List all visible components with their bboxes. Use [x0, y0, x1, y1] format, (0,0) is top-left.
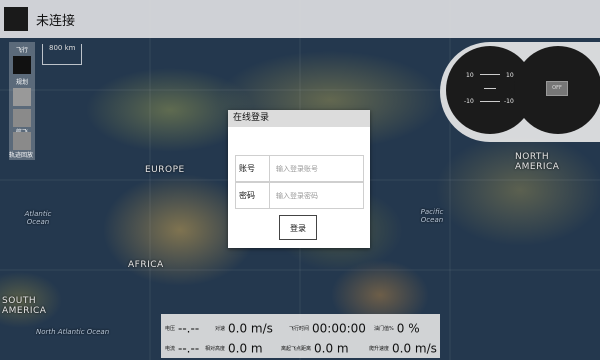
account-row: 账号 [235, 155, 364, 182]
airspeed-readout: 对速 0.0 m/s [215, 318, 273, 337]
current-readout: 电流 --.-- [165, 338, 199, 357]
voltage-readout: 电压 --.-- [165, 318, 199, 337]
continent-label-africa: AFRICA [128, 260, 164, 270]
gauge-tick: -10 [464, 98, 474, 105]
sidebar-item-flight[interactable]: 飞行 [12, 45, 32, 74]
map-scale-bar: 800 km [42, 44, 82, 65]
flight-time-label: 飞行时间 [289, 326, 310, 332]
ocean-label-pacific: Pacific Ocean [420, 208, 444, 224]
ocean-label-atlantic: Atlantic Ocean [24, 210, 52, 226]
top-bar: 未连接 [0, 0, 600, 38]
gauge-tick: 10 [506, 72, 514, 79]
airspeed-value: 0.0 m/s [228, 321, 273, 336]
throttle-label: 油门值% [374, 326, 394, 332]
login-button[interactable]: 登录 [279, 215, 317, 240]
voltage-label: 电压 [165, 326, 176, 332]
climb-rate-readout: 爬升速度 0.0 m/s [369, 338, 437, 357]
login-dialog-title: 在线登录 [228, 110, 370, 127]
airspeed-label: 对速 [215, 326, 226, 332]
throttle-value: 0 % [396, 321, 420, 336]
continent-label-south-america: SOUTH AMERICA [2, 296, 47, 316]
pitch-line [480, 101, 500, 102]
password-input[interactable] [274, 183, 364, 208]
altitude-readout: 相对高度 0.0 m [205, 338, 263, 357]
current-value: --.-- [178, 341, 200, 356]
gauge-tick: -10 [504, 98, 514, 105]
flight-mode-icon [13, 56, 31, 74]
home-distance-value: 0.0 m [314, 341, 349, 356]
compass-gauge: OFF [514, 46, 600, 134]
home-distance-readout: 离起飞点距离 0.0 m [281, 338, 349, 357]
flight-time-readout: 飞行时间 00:00:00 [289, 318, 366, 337]
survey-mode-icon [13, 109, 31, 127]
mode-sidebar: 飞行 规划 航飞 轨迹回放 [9, 42, 35, 160]
login-dialog: 在线登录 账号 密码 登录 [228, 110, 370, 248]
sidebar-item-plan[interactable]: 规划 [12, 77, 32, 106]
continent-label-europe: EUROPE [145, 165, 185, 175]
password-label: 密码 [236, 183, 270, 208]
sidebar-item-replay[interactable]: 轨迹回放 [9, 132, 34, 161]
connection-status: 未连接 [36, 14, 76, 29]
climb-rate-value: 0.0 m/s [392, 341, 437, 356]
voltage-value: --.-- [178, 321, 200, 336]
altitude-label: 相对高度 [205, 346, 226, 352]
account-input[interactable] [274, 156, 364, 181]
off-button[interactable]: OFF [546, 81, 568, 96]
pitch-line [484, 88, 496, 89]
flight-time-value: 00:00:00 [312, 321, 366, 336]
sidebar-item-label: 飞行 [15, 47, 28, 54]
sidebar-item-label: 轨迹回放 [9, 152, 34, 159]
map-scale-label: 800 km [49, 44, 76, 52]
sidebar-item-label: 规划 [15, 79, 28, 86]
current-label: 电流 [165, 346, 176, 352]
climb-rate-label: 爬升速度 [369, 346, 390, 352]
gauge-tick: 10 [466, 72, 474, 79]
altitude-value: 0.0 m [228, 341, 263, 356]
home-distance-label: 离起飞点距离 [281, 346, 312, 352]
plan-mode-icon [13, 88, 31, 106]
throttle-readout: 油门值% 0 % [374, 318, 420, 337]
pitch-line [480, 74, 500, 75]
instrument-panel: 10 10 -10 -10 OFF [440, 42, 600, 142]
continent-label-north-america: NORTH AMERICA [515, 152, 560, 172]
ocean-label-north-atlantic: North Atlantic Ocean [36, 328, 110, 336]
account-label: 账号 [236, 156, 270, 181]
telemetry-panel: 电压 --.-- 对速 0.0 m/s 飞行时间 00:00:00 油门值% 0 % 电… [161, 314, 440, 358]
menu-square-icon[interactable] [4, 7, 28, 31]
replay-mode-icon [13, 132, 31, 150]
password-row: 密码 [235, 182, 364, 209]
